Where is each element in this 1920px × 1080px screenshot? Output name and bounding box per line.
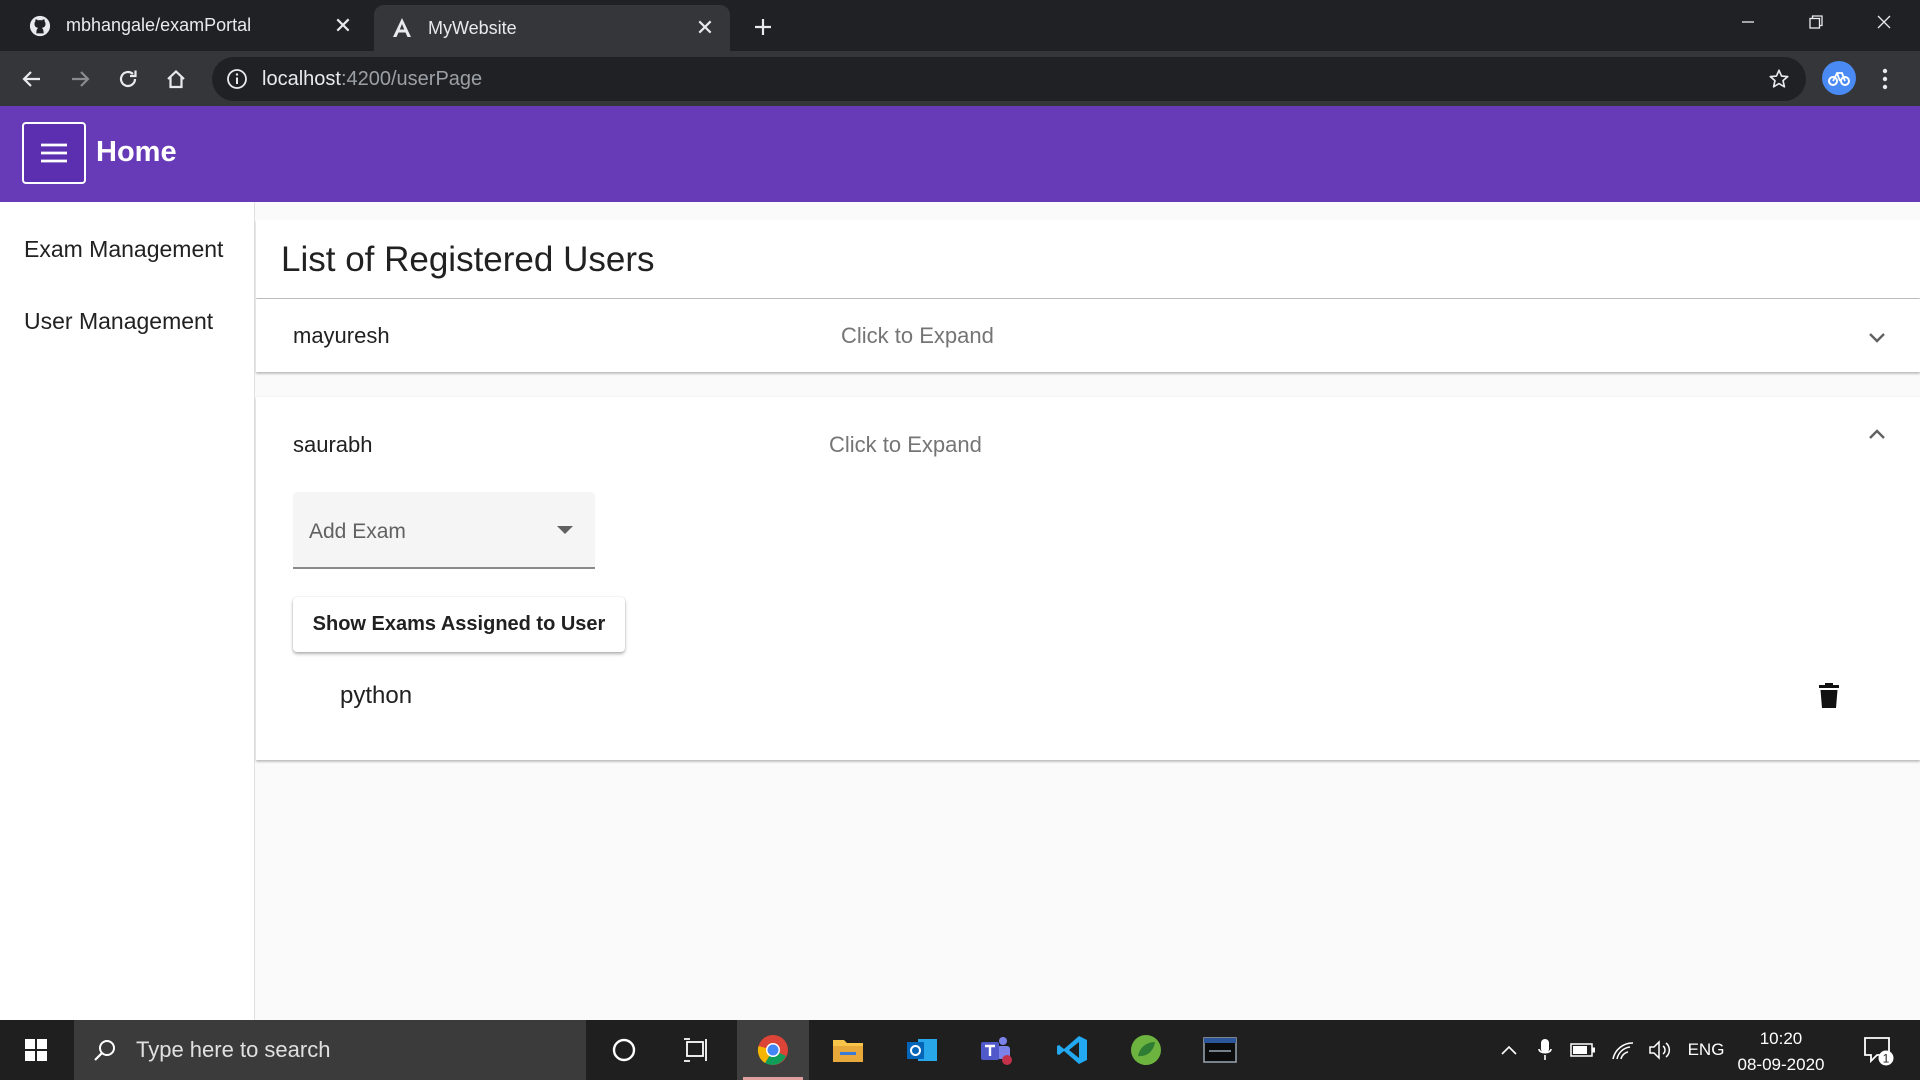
outlook-icon[interactable] bbox=[886, 1020, 958, 1080]
browser-menu-icon[interactable] bbox=[1870, 61, 1900, 97]
windows-taskbar: Type here to search ENG 10:20 08-09-2020… bbox=[0, 1020, 1920, 1080]
user-panel-saurabh[interactable]: saurabh Click to Expand Add Exam Show Ex… bbox=[256, 397, 1920, 760]
panel-description: Click to Expand bbox=[841, 323, 994, 348]
app-header: Home bbox=[0, 106, 1920, 202]
back-icon[interactable] bbox=[14, 61, 50, 97]
vscode-icon[interactable] bbox=[1036, 1020, 1108, 1080]
microphone-icon[interactable] bbox=[1530, 1020, 1560, 1080]
url-host: localhost bbox=[262, 67, 341, 90]
restore-icon[interactable] bbox=[1782, 0, 1850, 44]
user-panel-mayuresh[interactable]: mayuresh Click to Expand bbox=[256, 299, 1920, 372]
page-title: List of Registered Users bbox=[281, 240, 655, 279]
browser-tab-mywebsite[interactable]: MyWebsite ✕ bbox=[374, 5, 730, 51]
angular-icon bbox=[390, 16, 414, 40]
notification-center-icon[interactable]: 1 bbox=[1860, 1032, 1896, 1068]
forward-icon[interactable] bbox=[62, 61, 98, 97]
language-indicator[interactable]: ENG bbox=[1684, 1020, 1728, 1080]
github-icon bbox=[28, 14, 52, 38]
dropdown-arrow-icon bbox=[557, 526, 573, 534]
teams-icon[interactable] bbox=[960, 1020, 1032, 1080]
chevron-down-icon[interactable] bbox=[1862, 323, 1892, 353]
windows-start-icon[interactable] bbox=[0, 1020, 72, 1080]
browser-tab-github[interactable]: mbhangale/examPortal ✕ bbox=[12, 0, 368, 51]
search-placeholder: Type here to search bbox=[136, 1037, 331, 1062]
page-title-card: List of Registered Users bbox=[256, 220, 1920, 298]
minimize-icon[interactable] bbox=[1714, 0, 1782, 44]
cortana-icon[interactable] bbox=[588, 1020, 660, 1080]
search-icon bbox=[90, 1035, 120, 1065]
main-content: List of Registered Users mayuresh Click … bbox=[256, 202, 1920, 1020]
url-text: localhost:4200/userPage bbox=[262, 68, 482, 91]
clock-date: 08-09-2020 bbox=[1737, 1055, 1825, 1074]
mysql-terminal-icon[interactable] bbox=[1184, 1020, 1256, 1080]
file-explorer-icon[interactable] bbox=[812, 1020, 884, 1080]
wifi-icon[interactable] bbox=[1606, 1020, 1640, 1080]
sidenav: Exam Management User Management bbox=[0, 202, 255, 1020]
site-info-icon[interactable] bbox=[224, 66, 250, 92]
menu-toggle-button[interactable] bbox=[22, 122, 86, 184]
tab-title: MyWebsite bbox=[428, 17, 517, 38]
reload-icon[interactable] bbox=[110, 61, 146, 97]
panel-description: Click to Expand bbox=[829, 432, 982, 457]
system-clock[interactable]: 10:20 08-09-2020 bbox=[1726, 1026, 1836, 1078]
show-hidden-icons-icon[interactable] bbox=[1494, 1020, 1524, 1080]
add-exam-label: Add Exam bbox=[309, 520, 406, 543]
battery-icon[interactable] bbox=[1566, 1020, 1600, 1080]
home-icon[interactable] bbox=[158, 61, 194, 97]
notification-count: 1 bbox=[1883, 1052, 1890, 1066]
spring-tools-icon[interactable] bbox=[1110, 1020, 1182, 1080]
user-name: saurabh bbox=[293, 432, 373, 457]
browser-tab-strip: mbhangale/examPortal ✕ MyWebsite ✕ bbox=[0, 0, 1920, 51]
volume-icon[interactable] bbox=[1644, 1020, 1678, 1080]
show-exams-button[interactable]: Show Exams Assigned to User bbox=[293, 597, 625, 652]
url-path: :4200/userPage bbox=[340, 67, 483, 90]
delete-trash-icon[interactable] bbox=[1814, 677, 1844, 713]
sidebar-item-user-management[interactable]: User Management bbox=[24, 308, 213, 335]
task-view-icon[interactable] bbox=[660, 1020, 732, 1080]
bookmark-star-icon[interactable] bbox=[1766, 66, 1792, 92]
add-exam-select[interactable]: Add Exam bbox=[293, 492, 595, 569]
address-bar[interactable]: localhost:4200/userPage bbox=[212, 57, 1806, 101]
chrome-taskbar-icon[interactable] bbox=[737, 1020, 809, 1080]
close-tab-icon[interactable]: ✕ bbox=[690, 13, 720, 43]
tab-title: mbhangale/examPortal bbox=[66, 15, 252, 35]
user-name: mayuresh bbox=[293, 323, 390, 348]
browser-toolbar: localhost:4200/userPage bbox=[0, 51, 1920, 106]
exam-list-item: python bbox=[340, 682, 413, 709]
close-window-icon[interactable] bbox=[1850, 0, 1918, 44]
sidebar-item-exam-management[interactable]: Exam Management bbox=[24, 236, 223, 263]
profile-avatar-icon[interactable] bbox=[1822, 61, 1856, 95]
close-tab-icon[interactable]: ✕ bbox=[328, 11, 358, 41]
app-title: Home bbox=[96, 136, 177, 168]
hamburger-icon bbox=[41, 143, 67, 163]
clock-time: 10:20 bbox=[1759, 1029, 1803, 1048]
taskbar-search-box[interactable]: Type here to search bbox=[74, 1020, 586, 1080]
chevron-up-icon[interactable] bbox=[1862, 419, 1892, 449]
new-tab-icon[interactable] bbox=[746, 10, 780, 44]
